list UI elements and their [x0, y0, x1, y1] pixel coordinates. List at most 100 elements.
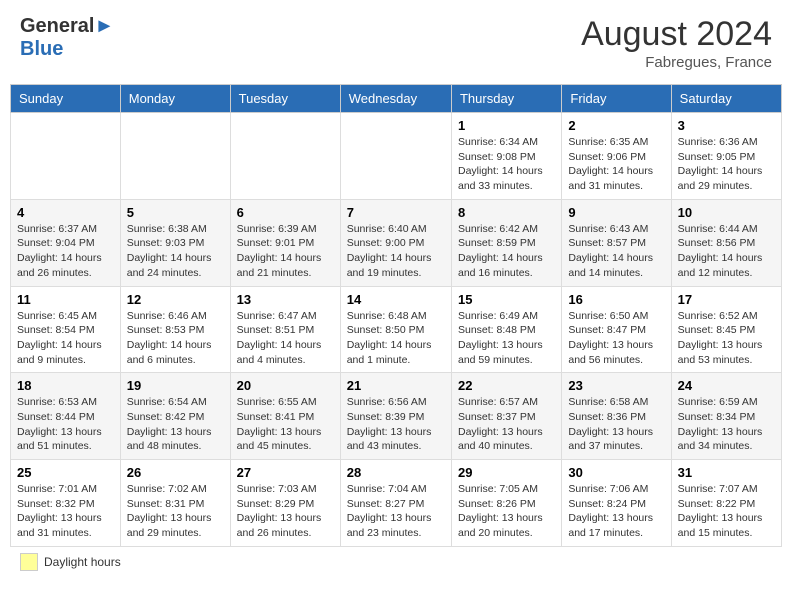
day-number: 26 [127, 465, 224, 480]
calendar-cell: 17 Sunrise: 6:52 AM Sunset: 8:45 PM Dayli… [671, 286, 781, 373]
calendar-cell: 9 Sunrise: 6:43 AM Sunset: 8:57 PM Daylig… [562, 199, 671, 286]
calendar-cell [340, 113, 451, 200]
calendar-cell [11, 113, 121, 200]
day-info: Sunrise: 6:37 AM Sunset: 9:04 PM Dayligh… [17, 222, 114, 281]
day-info: Sunrise: 6:44 AM Sunset: 8:56 PM Dayligh… [678, 222, 775, 281]
calendar-cell: 14 Sunrise: 6:48 AM Sunset: 8:50 PM Dayli… [340, 286, 451, 373]
day-info: Sunrise: 6:36 AM Sunset: 9:05 PM Dayligh… [678, 135, 775, 194]
location-subtitle: Fabregues, France [581, 54, 772, 71]
legend-label: Daylight hours [44, 555, 121, 569]
day-number: 28 [347, 465, 445, 480]
day-info: Sunrise: 7:07 AM Sunset: 8:22 PM Dayligh… [678, 482, 775, 541]
day-info: Sunrise: 6:53 AM Sunset: 8:44 PM Dayligh… [17, 395, 114, 454]
calendar-cell: 26 Sunrise: 7:02 AM Sunset: 8:31 PM Dayli… [120, 460, 230, 547]
day-number: 7 [347, 205, 445, 220]
day-info: Sunrise: 6:40 AM Sunset: 9:00 PM Dayligh… [347, 222, 445, 281]
day-number: 1 [458, 118, 555, 133]
month-year-title: August 2024 [581, 15, 772, 54]
day-info: Sunrise: 6:57 AM Sunset: 8:37 PM Dayligh… [458, 395, 555, 454]
calendar-cell: 6 Sunrise: 6:39 AM Sunset: 9:01 PM Daylig… [230, 199, 340, 286]
calendar-cell [120, 113, 230, 200]
day-info: Sunrise: 6:42 AM Sunset: 8:59 PM Dayligh… [458, 222, 555, 281]
calendar-cell: 13 Sunrise: 6:47 AM Sunset: 8:51 PM Dayli… [230, 286, 340, 373]
day-number: 20 [237, 378, 334, 393]
day-number: 24 [678, 378, 775, 393]
title-block: August 2024 Fabregues, France [581, 15, 772, 71]
day-number: 16 [568, 292, 664, 307]
calendar-header-cell: Friday [562, 85, 671, 113]
day-info: Sunrise: 6:55 AM Sunset: 8:41 PM Dayligh… [237, 395, 334, 454]
day-info: Sunrise: 6:59 AM Sunset: 8:34 PM Dayligh… [678, 395, 775, 454]
day-number: 17 [678, 292, 775, 307]
calendar-cell: 4 Sunrise: 6:37 AM Sunset: 9:04 PM Daylig… [11, 199, 121, 286]
calendar-cell [230, 113, 340, 200]
calendar-cell: 15 Sunrise: 6:49 AM Sunset: 8:48 PM Dayli… [451, 286, 561, 373]
calendar-week-row: 25Sunrise: 7:01 AM Sunset: 8:32 PM Dayli… [11, 460, 782, 547]
calendar-cell: 2 Sunrise: 6:35 AM Sunset: 9:06 PM Daylig… [562, 113, 671, 200]
calendar-cell: 5Sunrise: 6:38 AM Sunset: 9:03 PM Daylig… [120, 199, 230, 286]
day-info: Sunrise: 6:56 AM Sunset: 8:39 PM Dayligh… [347, 395, 445, 454]
calendar-cell: 20 Sunrise: 6:55 AM Sunset: 8:41 PM Dayli… [230, 373, 340, 460]
day-info: Sunrise: 6:45 AM Sunset: 8:54 PM Dayligh… [17, 309, 114, 368]
calendar-cell: 21 Sunrise: 6:56 AM Sunset: 8:39 PM Dayli… [340, 373, 451, 460]
day-info: Sunrise: 6:49 AM Sunset: 8:48 PM Dayligh… [458, 309, 555, 368]
day-info: Sunrise: 6:50 AM Sunset: 8:47 PM Dayligh… [568, 309, 664, 368]
day-info: Sunrise: 6:48 AM Sunset: 8:50 PM Dayligh… [347, 309, 445, 368]
calendar-cell: 8 Sunrise: 6:42 AM Sunset: 8:59 PM Daylig… [451, 199, 561, 286]
day-info: Sunrise: 7:02 AM Sunset: 8:31 PM Dayligh… [127, 482, 224, 541]
day-info: Sunrise: 6:43 AM Sunset: 8:57 PM Dayligh… [568, 222, 664, 281]
calendar-cell: 27 Sunrise: 7:03 AM Sunset: 8:29 PM Dayli… [230, 460, 340, 547]
calendar-header-cell: Monday [120, 85, 230, 113]
calendar-cell: 31 Sunrise: 7:07 AM Sunset: 8:22 PM Dayli… [671, 460, 781, 547]
day-number: 29 [458, 465, 555, 480]
calendar-cell: 29 Sunrise: 7:05 AM Sunset: 8:26 PM Dayli… [451, 460, 561, 547]
day-info: Sunrise: 6:52 AM Sunset: 8:45 PM Dayligh… [678, 309, 775, 368]
day-number: 22 [458, 378, 555, 393]
day-info: Sunrise: 7:04 AM Sunset: 8:27 PM Dayligh… [347, 482, 445, 541]
day-info: Sunrise: 6:46 AM Sunset: 8:53 PM Dayligh… [127, 309, 224, 368]
day-number: 5 [127, 205, 224, 220]
day-info: Sunrise: 6:35 AM Sunset: 9:06 PM Dayligh… [568, 135, 664, 194]
calendar-cell: 3 Sunrise: 6:36 AM Sunset: 9:05 PM Daylig… [671, 113, 781, 200]
day-number: 31 [678, 465, 775, 480]
day-info: Sunrise: 7:06 AM Sunset: 8:24 PM Dayligh… [568, 482, 664, 541]
day-number: 4 [17, 205, 114, 220]
day-number: 27 [237, 465, 334, 480]
legend-color-box [20, 553, 38, 571]
calendar-week-row: 11 Sunrise: 6:45 AM Sunset: 8:54 PM Dayli… [11, 286, 782, 373]
calendar-week-row: 18Sunrise: 6:53 AM Sunset: 8:44 PM Dayli… [11, 373, 782, 460]
day-number: 13 [237, 292, 334, 307]
calendar-cell: 7 Sunrise: 6:40 AM Sunset: 9:00 PM Daylig… [340, 199, 451, 286]
calendar-cell: 11 Sunrise: 6:45 AM Sunset: 8:54 PM Dayli… [11, 286, 121, 373]
day-number: 9 [568, 205, 664, 220]
day-info: Sunrise: 7:03 AM Sunset: 8:29 PM Dayligh… [237, 482, 334, 541]
day-number: 8 [458, 205, 555, 220]
calendar-header-cell: Wednesday [340, 85, 451, 113]
day-number: 10 [678, 205, 775, 220]
day-number: 14 [347, 292, 445, 307]
footer: Daylight hours [10, 553, 782, 571]
day-number: 11 [17, 292, 114, 307]
day-number: 2 [568, 118, 664, 133]
calendar-cell: 19Sunrise: 6:54 AM Sunset: 8:42 PM Dayli… [120, 373, 230, 460]
calendar-cell: 16 Sunrise: 6:50 AM Sunset: 8:47 PM Dayli… [562, 286, 671, 373]
calendar-cell: 24 Sunrise: 6:59 AM Sunset: 8:34 PM Dayli… [671, 373, 781, 460]
day-number: 21 [347, 378, 445, 393]
day-info: Sunrise: 7:05 AM Sunset: 8:26 PM Dayligh… [458, 482, 555, 541]
day-number: 15 [458, 292, 555, 307]
calendar-header-cell: Sunday [11, 85, 121, 113]
day-number: 19 [127, 378, 224, 393]
day-info: Sunrise: 6:47 AM Sunset: 8:51 PM Dayligh… [237, 309, 334, 368]
calendar-header-cell: Saturday [671, 85, 781, 113]
calendar-cell: 12Sunrise: 6:46 AM Sunset: 8:53 PM Dayli… [120, 286, 230, 373]
day-info: Sunrise: 6:34 AM Sunset: 9:08 PM Dayligh… [458, 135, 555, 194]
day-info: Sunrise: 6:58 AM Sunset: 8:36 PM Dayligh… [568, 395, 664, 454]
calendar-week-row: 1 Sunrise: 6:34 AM Sunset: 9:08 PM Daylig… [11, 113, 782, 200]
day-number: 3 [678, 118, 775, 133]
calendar-cell: 25Sunrise: 7:01 AM Sunset: 8:32 PM Dayli… [11, 460, 121, 547]
calendar-body: 1 Sunrise: 6:34 AM Sunset: 9:08 PM Daylig… [11, 113, 782, 547]
day-info: Sunrise: 7:01 AM Sunset: 8:32 PM Dayligh… [17, 482, 114, 541]
day-info: Sunrise: 6:39 AM Sunset: 9:01 PM Dayligh… [237, 222, 334, 281]
day-number: 6 [237, 205, 334, 220]
day-number: 30 [568, 465, 664, 480]
